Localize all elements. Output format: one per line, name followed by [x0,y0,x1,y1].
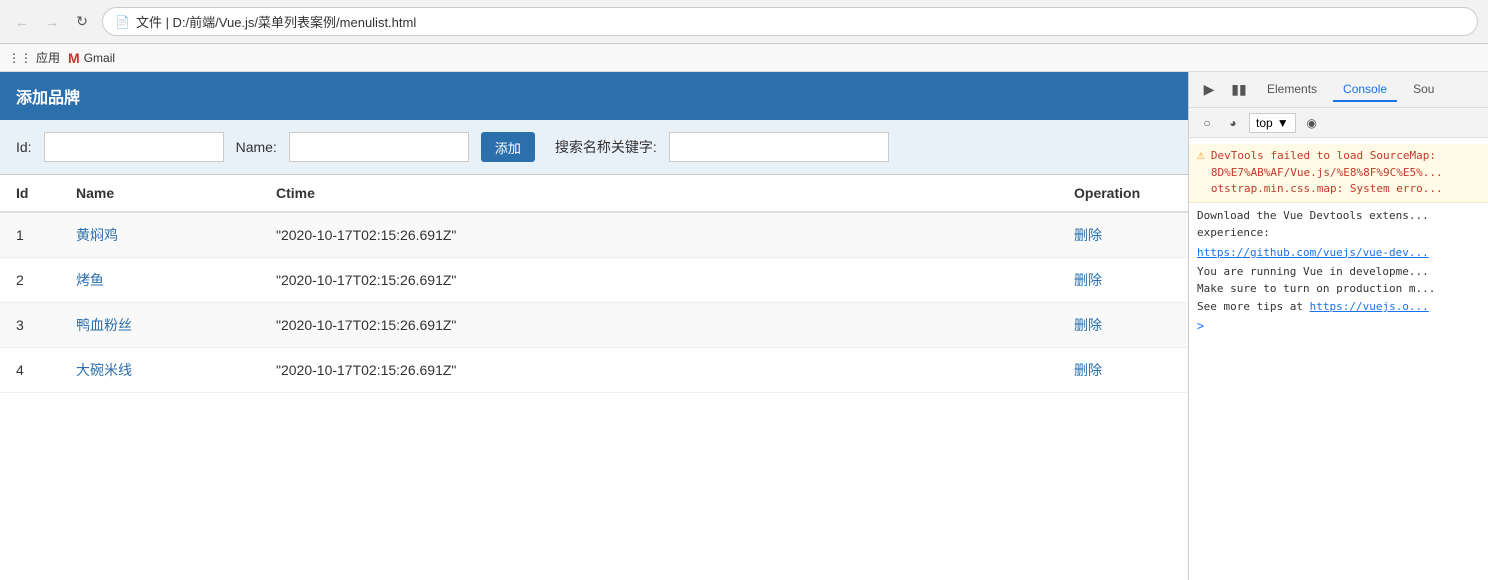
cell-id: 2 [0,258,60,303]
delete-button-2[interactable]: 删除 [1074,317,1102,333]
col-name: Name [60,175,260,212]
cell-operation: 删除 [1058,212,1188,258]
page-content: 添加品牌 Id: Name: 添加 搜索名称关键字: Id Name [0,72,1188,580]
gmail-icon: M [68,50,80,66]
table-row: 1 黄焖鸡 "2020-10-17T02:15:26.691Z" 删除 [0,212,1188,258]
name-label: Name: [236,139,277,155]
data-table: Id Name Ctime Operation 1 黄焖鸡 "2020-10-1… [0,175,1188,393]
console-message-2: You are running Vue in developme...Make … [1197,259,1480,320]
expand-arrow-icon[interactable]: > [1197,319,1204,333]
apps-label: 应用 [36,49,60,66]
table-row: 2 烤鱼 "2020-10-17T02:15:26.691Z" 删除 [0,258,1188,303]
warning-icon: ⚠ [1197,148,1205,198]
cell-operation: 删除 [1058,258,1188,303]
cell-ctime: "2020-10-17T02:15:26.691Z" [260,212,1058,258]
devtools-console: ⚠ DevTools failed to load SourceMap:8D%E… [1189,138,1488,580]
cell-ctime: "2020-10-17T02:15:26.691Z" [260,258,1058,303]
id-label: Id: [16,139,32,155]
delete-button-3[interactable]: 删除 [1074,362,1102,378]
tab-elements[interactable]: Elements [1257,78,1327,102]
tab-sources[interactable]: Sou [1403,78,1444,102]
console-expandable[interactable]: > [1197,319,1480,333]
filter-button[interactable]: ◕ [1223,113,1243,133]
device-toolbar-button[interactable]: ▮▮ [1227,78,1251,102]
cell-ctime: "2020-10-17T02:15:26.691Z" [260,348,1058,393]
reload-button[interactable]: ↻ [70,10,94,34]
devtools-toolbar: ○ ◕ top ▼ ◉ [1189,108,1488,138]
url-text: 文件 | D:/前端/Vue.js/菜单列表案例/menulist.html [136,12,416,31]
cell-ctime: "2020-10-17T02:15:26.691Z" [260,303,1058,348]
table-body: 1 黄焖鸡 "2020-10-17T02:15:26.691Z" 删除 2 烤鱼… [0,212,1188,393]
cell-name: 大碗米线 [60,348,260,393]
console-warn-message: ⚠ DevTools failed to load SourceMap:8D%E… [1189,144,1488,203]
chevron-down-icon: ▼ [1277,116,1289,130]
warn-text: DevTools failed to load SourceMap:8D%E7%… [1211,148,1443,198]
clear-console-button[interactable]: ○ [1197,113,1217,133]
cell-operation: 删除 [1058,303,1188,348]
nav-buttons: ← → ↻ [10,10,94,34]
page-title: 添加品牌 [16,90,80,107]
gmail-button[interactable]: M Gmail [68,50,115,66]
browser-toolbar: ← → ↻ 📄 文件 | D:/前端/Vue.js/菜单列表案例/menulis… [0,0,1488,44]
form-area: Id: Name: 添加 搜索名称关键字: [0,120,1188,175]
delete-button-1[interactable]: 删除 [1074,272,1102,288]
table-wrapper: Id Name Ctime Operation 1 黄焖鸡 "2020-10-1… [0,175,1188,580]
col-id: Id [0,175,60,212]
table-row: 4 大碗米线 "2020-10-17T02:15:26.691Z" 删除 [0,348,1188,393]
tab-console[interactable]: Console [1333,78,1397,102]
cell-id: 1 [0,212,60,258]
id-input[interactable] [44,132,224,162]
inspect-element-button[interactable]: ▶ [1197,78,1221,102]
main-layout: 添加品牌 Id: Name: 添加 搜索名称关键字: Id Name [0,72,1488,580]
context-value: top [1256,116,1273,130]
name-input[interactable] [289,132,469,162]
vuejs-link[interactable]: https://vuejs.o... [1310,300,1429,313]
col-ctime: Ctime [260,175,1058,212]
apps-button[interactable]: ⋮⋮ 应用 [8,49,60,66]
forward-button[interactable]: → [40,10,64,34]
page-header: 添加品牌 [0,72,1188,120]
address-bar[interactable]: 📄 文件 | D:/前端/Vue.js/菜单列表案例/menulist.html [102,7,1478,36]
cell-name: 烤鱼 [60,258,260,303]
lock-icon: 📄 [115,15,130,29]
add-button[interactable]: 添加 [481,132,535,162]
delete-button-0[interactable]: 删除 [1074,227,1102,243]
console-link-1[interactable]: https://github.com/vuejs/vue-dev... [1197,246,1480,259]
search-input[interactable] [669,132,889,162]
apps-grid-icon: ⋮⋮ [8,51,32,65]
gmail-label: Gmail [84,51,115,65]
table-row: 3 鸭血粉丝 "2020-10-17T02:15:26.691Z" 删除 [0,303,1188,348]
table-header: Id Name Ctime Operation [0,175,1188,212]
cell-id: 4 [0,348,60,393]
search-label: 搜索名称关键字: [555,137,657,157]
eye-button[interactable]: ◉ [1302,113,1322,133]
back-button[interactable]: ← [10,10,34,34]
console-message-1: Download the Vue Devtools extens...exper… [1197,203,1480,246]
col-operation: Operation [1058,175,1188,212]
cell-operation: 删除 [1058,348,1188,393]
bookmarks-bar: ⋮⋮ 应用 M Gmail [0,44,1488,72]
cell-id: 3 [0,303,60,348]
context-select[interactable]: top ▼ [1249,113,1296,133]
devtools-topbar: ▶ ▮▮ Elements Console Sou [1189,72,1488,108]
devtools-panel: ▶ ▮▮ Elements Console Sou ○ ◕ top ▼ ◉ [1188,72,1488,580]
cell-name: 黄焖鸡 [60,212,260,258]
cell-name: 鸭血粉丝 [60,303,260,348]
